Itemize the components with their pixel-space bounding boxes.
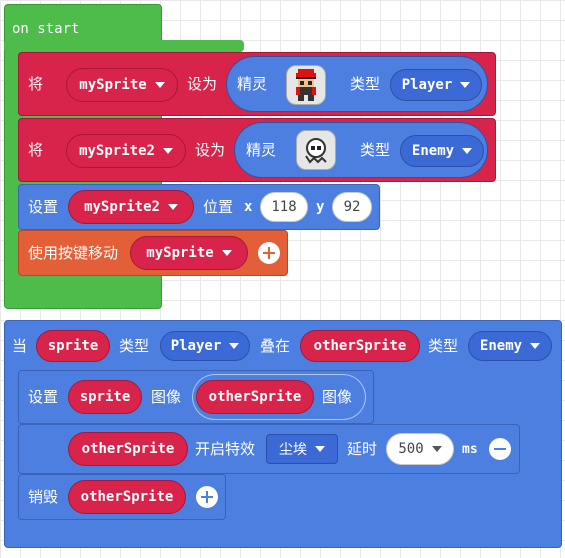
set-label: 设置 [28,388,59,406]
set-label: 设置 [28,198,59,216]
chevron-down-icon [162,148,173,154]
chevron-down-icon [167,204,178,210]
effect-value: 尘埃 [279,442,307,458]
kind-label: 类型 [350,75,381,93]
othersprite-variable[interactable]: otherSprite [68,432,188,466]
chevron-down-icon [221,250,232,256]
variable-name: mySprite2 [79,143,155,159]
ms-label: ms [462,442,478,457]
chevron-down-icon [154,82,165,88]
destroy-label: 销毁 [28,488,59,506]
ghost-sprite-icon [305,138,327,164]
kind-label: 类型 [360,141,391,159]
image-label: 图像 [151,388,182,406]
move-with-buttons-label: 使用按键移动 [28,244,119,262]
othersprite-variable[interactable]: otherSprite [196,380,314,414]
kind-dropdown-player[interactable]: Player [390,69,482,101]
othersprite-variable[interactable]: otherSprite [68,480,186,514]
kind-dropdown-player[interactable]: Player [160,331,250,361]
collapse-minus-icon[interactable] [489,438,511,460]
kind-dropdown-enemy[interactable]: Enemy [400,135,484,167]
chevron-down-icon [431,446,442,452]
set-to-label: 设为 [187,75,218,93]
othersprite-parameter[interactable]: otherSprite [300,330,420,362]
kind-label: 类型 [428,337,459,355]
kind-value: Player [401,77,453,93]
image-label: 图像 [322,388,353,406]
position-label: 位置 [203,198,234,216]
mysprite2-variable-dropdown[interactable]: mySprite2 [66,134,186,168]
player-sprite-icon [296,69,316,101]
variable-name: mySprite [146,245,214,261]
sprite-variable[interactable]: sprite [68,380,142,414]
variable-name: mySprite2 [84,199,160,215]
set-to-label: 设为 [195,141,226,159]
set-verb-label: 将 [28,75,44,93]
mysprite-variable-dropdown[interactable]: mySprite [130,236,248,270]
chevron-down-icon [460,82,471,88]
mysprite-variable-dropdown[interactable]: mySprite [66,68,178,102]
kind-dropdown-enemy[interactable]: Enemy [468,331,552,361]
player-sprite-image[interactable] [286,65,326,105]
sprite-parameter[interactable]: sprite [36,330,110,362]
duration-dropdown[interactable]: 500 [386,433,454,465]
effect-dropdown[interactable]: 尘埃 [266,434,338,464]
ghost-sprite-image[interactable] [296,130,336,170]
kind-value: Enemy [479,338,523,354]
chevron-down-icon [530,343,541,349]
sprite-label: 精灵 [246,141,277,159]
set-verb-label: 将 [28,141,44,159]
delay-label: 延时 [347,440,378,458]
kind-value: Player [170,338,222,354]
start-effect-label: 开启特效 [195,440,256,458]
on-start-label: on start [12,21,80,37]
kind-value: Enemy [411,143,455,159]
chevron-down-icon [462,148,473,154]
sprite-label: 精灵 [237,75,268,93]
when-label: 当 [12,337,28,355]
on-start-block-tab [4,40,244,52]
kind-label: 类型 [119,337,150,355]
y-value-input[interactable]: 92 [332,192,372,222]
x-label: x [244,199,253,215]
y-label: y [316,199,325,215]
expand-plus-icon[interactable] [258,242,280,264]
x-value-input[interactable]: 118 [260,192,308,222]
overlaps-label: 叠在 [260,337,291,355]
duration-value: 500 [398,441,424,457]
chevron-down-icon [229,343,240,349]
mysprite2-variable-dropdown[interactable]: mySprite2 [68,190,194,224]
chevron-down-icon [315,446,325,452]
variable-name: mySprite [79,77,147,93]
expand-plus-icon[interactable] [196,486,218,508]
